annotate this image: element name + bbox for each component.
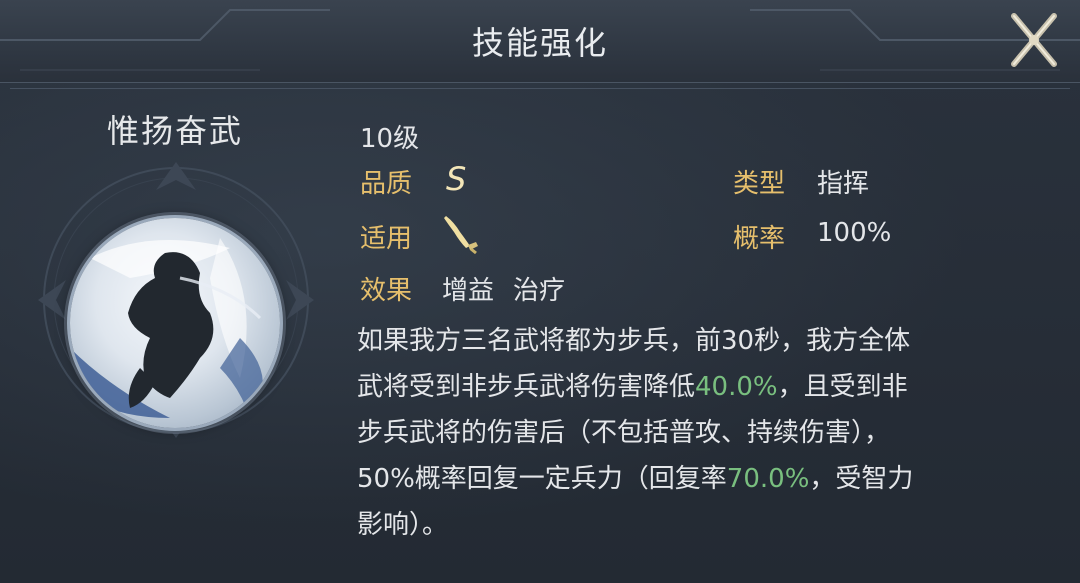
skill-level: 10级: [360, 124, 420, 154]
effect-tag-buff: 增益: [442, 276, 495, 306]
close-icon: [1011, 13, 1057, 67]
warrior-icon: [70, 238, 263, 418]
description-text: ，受智力: [809, 464, 914, 494]
description-line-5: 影响）。: [357, 510, 449, 540]
type-value: 指挥: [817, 169, 870, 199]
skill-description: 如果我方三名武将都为步兵，前30秒，我方全体 武将受到非步兵武将伤害降低40.0…: [357, 318, 1037, 548]
quality-label: 品质: [360, 169, 413, 199]
description-text: ，且受到非: [777, 372, 908, 402]
saber-icon: [444, 216, 478, 254]
skill-panel: 技能强化 惟扬奋武 10级 品质 S 类型 指挥 适用 概率 100% 效果 增…: [0, 0, 1080, 583]
quality-value: S: [446, 160, 467, 198]
heal-rate-value: 70.0%: [726, 464, 810, 494]
header-bar: 技能强化: [0, 0, 1080, 83]
rate-value: 100%: [817, 218, 892, 248]
rate-label: 概率: [733, 224, 786, 254]
applies-label: 适用: [360, 224, 413, 254]
damage-reduction-value: 40.0%: [695, 372, 778, 402]
header-divider: [10, 88, 1070, 89]
description-text: 50%概率回复一定兵力（回复率: [357, 464, 727, 494]
description-line-2: 武将受到非步兵武将伤害降低40.0%，且受到非: [357, 364, 1037, 410]
effect-label: 效果: [360, 276, 413, 306]
description-text: 武将受到非步兵武将伤害降低: [357, 372, 696, 402]
type-label: 类型: [733, 169, 786, 199]
page-title: 技能强化: [471, 24, 608, 62]
skill-icon[interactable]: [70, 218, 280, 428]
effect-tag-heal: 治疗: [513, 276, 566, 306]
close-button[interactable]: [1006, 6, 1062, 74]
description-line-1: 如果我方三名武将都为步兵，前30秒，我方全体: [357, 326, 911, 356]
skill-name: 惟扬奋武: [106, 112, 243, 150]
description-line-4: 50%概率回复一定兵力（回复率70.0%，受智力: [357, 456, 1037, 502]
description-line-3: 步兵武将的伤害后（不包括普攻、持续伤害），: [357, 418, 891, 448]
